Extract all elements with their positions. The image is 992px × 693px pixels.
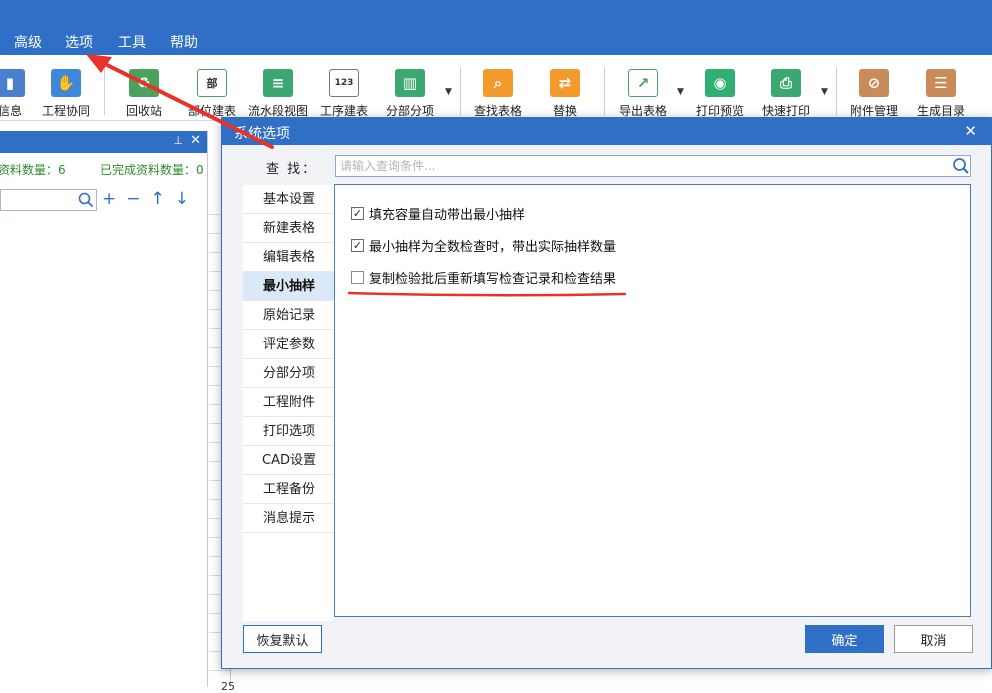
cancel-button[interactable]: 取消 (894, 625, 973, 653)
dialog-close-icon[interactable]: ✕ (964, 122, 977, 140)
search-row: 查 找： (222, 155, 992, 179)
search-input[interactable] (335, 155, 971, 177)
flow-view-icon: ≡ (263, 69, 293, 97)
menu-options[interactable]: 选项 (65, 32, 93, 52)
ribbon-label: 回收站 (125, 104, 162, 118)
nav-min-sampling[interactable]: 最小抽样 (243, 272, 335, 301)
ribbon-button-replace[interactable]: ⇄ 替换 (530, 69, 600, 119)
search-icon[interactable] (952, 157, 970, 175)
left-panel-header: ⊥ ✕ (0, 131, 207, 153)
ribbon-separator (104, 67, 105, 115)
chevron-down-icon[interactable]: ▼ (677, 87, 684, 97)
ribbon-toolbar: ▮ 信息 ✋ 工程协同 ♻ 回收站 部 部位建表 ≡ 流水段视图 123 工序建… (0, 55, 992, 121)
total-count: 资料数量：6 (0, 163, 66, 177)
nav-message-prompt[interactable]: 消息提示 (243, 504, 335, 533)
ribbon-button-toc[interactable]: ☰ 生成目录 (906, 69, 976, 119)
search-table-icon: ⌕ (483, 69, 513, 97)
nav-evaluation-params[interactable]: 评定参数 (243, 330, 335, 359)
options-content-panel: ✓ 填充容量自动带出最小抽样 ✓ 最小抽样为全数检查时，带出实际抽样数量 复制检… (334, 184, 971, 617)
left-panel: ⊥ ✕ 资料数量：6 已完成资料数量：0 + − ↑ ↓ (0, 131, 208, 687)
nav-project-attachments[interactable]: 工程附件 (243, 388, 335, 417)
ribbon-button-print-preview[interactable]: ◉ 打印预览 (685, 69, 755, 119)
ribbon-separator (836, 67, 837, 115)
ribbon-button-find[interactable]: ⌕ 查找表格 (463, 69, 533, 119)
red-underline-annotation (348, 291, 626, 297)
dialog-title: 系统选项 (234, 126, 290, 142)
chevron-down-icon[interactable]: ▼ (445, 87, 452, 97)
ribbon-button-recycle[interactable]: ♻ 回收站 (109, 69, 179, 119)
search-label: 查 找： (266, 162, 318, 177)
add-icon[interactable]: + (102, 189, 116, 211)
option-auto-min-sample[interactable]: ✓ 填充容量自动带出最小抽样 (351, 204, 526, 223)
material-counts: 资料数量：6 已完成资料数量：0 (0, 153, 207, 181)
tree-tools: + − ↑ ↓ (102, 189, 189, 211)
menu-tools[interactable]: 工具 (118, 32, 146, 52)
tree-search-input[interactable] (0, 189, 97, 211)
ribbon-separator (460, 67, 461, 115)
ribbon-button-flow-view[interactable]: ≡ 流水段视图 (243, 69, 313, 119)
search-icon[interactable] (78, 192, 94, 208)
option-full-check-actual-count[interactable]: ✓ 最小抽样为全数检查时，带出实际抽样数量 (351, 236, 617, 255)
ribbon-button-export[interactable]: ↗ 导出表格 (608, 69, 678, 119)
bar-chart-icon: ▥ (395, 69, 425, 97)
nav-raw-records[interactable]: 原始记录 (243, 301, 335, 330)
process-table-icon: 123 (329, 69, 359, 97)
remove-icon[interactable]: − (126, 189, 140, 211)
nav-print-options[interactable]: 打印选项 (243, 417, 335, 446)
export-table-icon: ↗ (628, 69, 658, 97)
checkbox-unchecked[interactable] (351, 270, 364, 284)
option-label: 复制检验批后重新填写检查记录和检查结果 (369, 271, 617, 287)
nav-project-backup[interactable]: 工程备份 (243, 475, 335, 504)
nav-basic-settings[interactable]: 基本设置 (243, 185, 335, 214)
handshake-icon: ✋ (51, 69, 81, 97)
ribbon-button-attachments[interactable]: ⊘ 附件管理 (839, 69, 909, 119)
options-nav: 基本设置 新建表格 编辑表格 最小抽样 原始记录 评定参数 分部分项 工程附件 … (243, 185, 335, 621)
restore-defaults-button[interactable]: 恢复默认 (243, 625, 322, 653)
menu-advanced[interactable]: 高级 (14, 32, 42, 52)
nav-edit-table[interactable]: 编辑表格 (243, 243, 335, 272)
menu-help[interactable]: 帮助 (170, 32, 198, 52)
pin-icon[interactable]: ⊥ (173, 134, 183, 147)
ribbon-label: 工程协同 (41, 104, 90, 118)
ribbon-button-subsection[interactable]: ▥ 分部分项 (375, 69, 445, 119)
ribbon-button-part-table[interactable]: 部 部位建表 (177, 69, 247, 119)
option-label: 填充容量自动带出最小抽样 (369, 207, 526, 223)
checkbox-checked[interactable]: ✓ (351, 206, 364, 220)
option-copy-refill-records[interactable]: 复制检验批后重新填写检查记录和检查结果 (351, 268, 617, 287)
table-part-icon: 部 (197, 69, 227, 97)
printer-icon: ⎙ (771, 69, 801, 97)
checkbox-checked[interactable]: ✓ (351, 238, 364, 252)
nav-cad-settings[interactable]: CAD设置 (243, 446, 335, 475)
ribbon-button-quick-print[interactable]: ⎙ 快速打印 (751, 69, 821, 119)
option-label: 最小抽样为全数检查时，带出实际抽样数量 (369, 239, 617, 255)
ok-button[interactable]: 确定 (805, 625, 884, 653)
close-icon[interactable]: ✕ (190, 133, 201, 148)
list-icon: ☰ (926, 69, 956, 97)
arrow-up-icon[interactable]: ↑ (151, 189, 165, 211)
info-icon: ▮ (0, 69, 25, 97)
done-count: 已完成资料数量：0 (100, 163, 204, 177)
system-options-dialog: 系统选项 ✕ 查 找： 基本设置 新建表格 编辑表格 最小抽样 原始记录 评定参… (221, 117, 992, 669)
eye-icon: ◉ (705, 69, 735, 97)
recycle-bin-icon: ♻ (129, 69, 159, 97)
menu-bar: 高级 选项 工具 帮助 (0, 0, 992, 55)
ribbon-separator (604, 67, 605, 115)
arrow-down-icon[interactable]: ↓ (175, 189, 189, 211)
chevron-down-icon[interactable]: ▼ (821, 87, 828, 97)
nav-subsections[interactable]: 分部分项 (243, 359, 335, 388)
ribbon-button-collab[interactable]: ✋ 工程协同 (31, 69, 101, 119)
replace-icon: ⇄ (550, 69, 580, 97)
paperclip-icon: ⊘ (859, 69, 889, 97)
nav-new-table[interactable]: 新建表格 (243, 214, 335, 243)
dialog-title-bar[interactable]: 系统选项 ✕ (222, 118, 991, 145)
ribbon-button-process-table[interactable]: 123 工序建表 (309, 69, 379, 119)
